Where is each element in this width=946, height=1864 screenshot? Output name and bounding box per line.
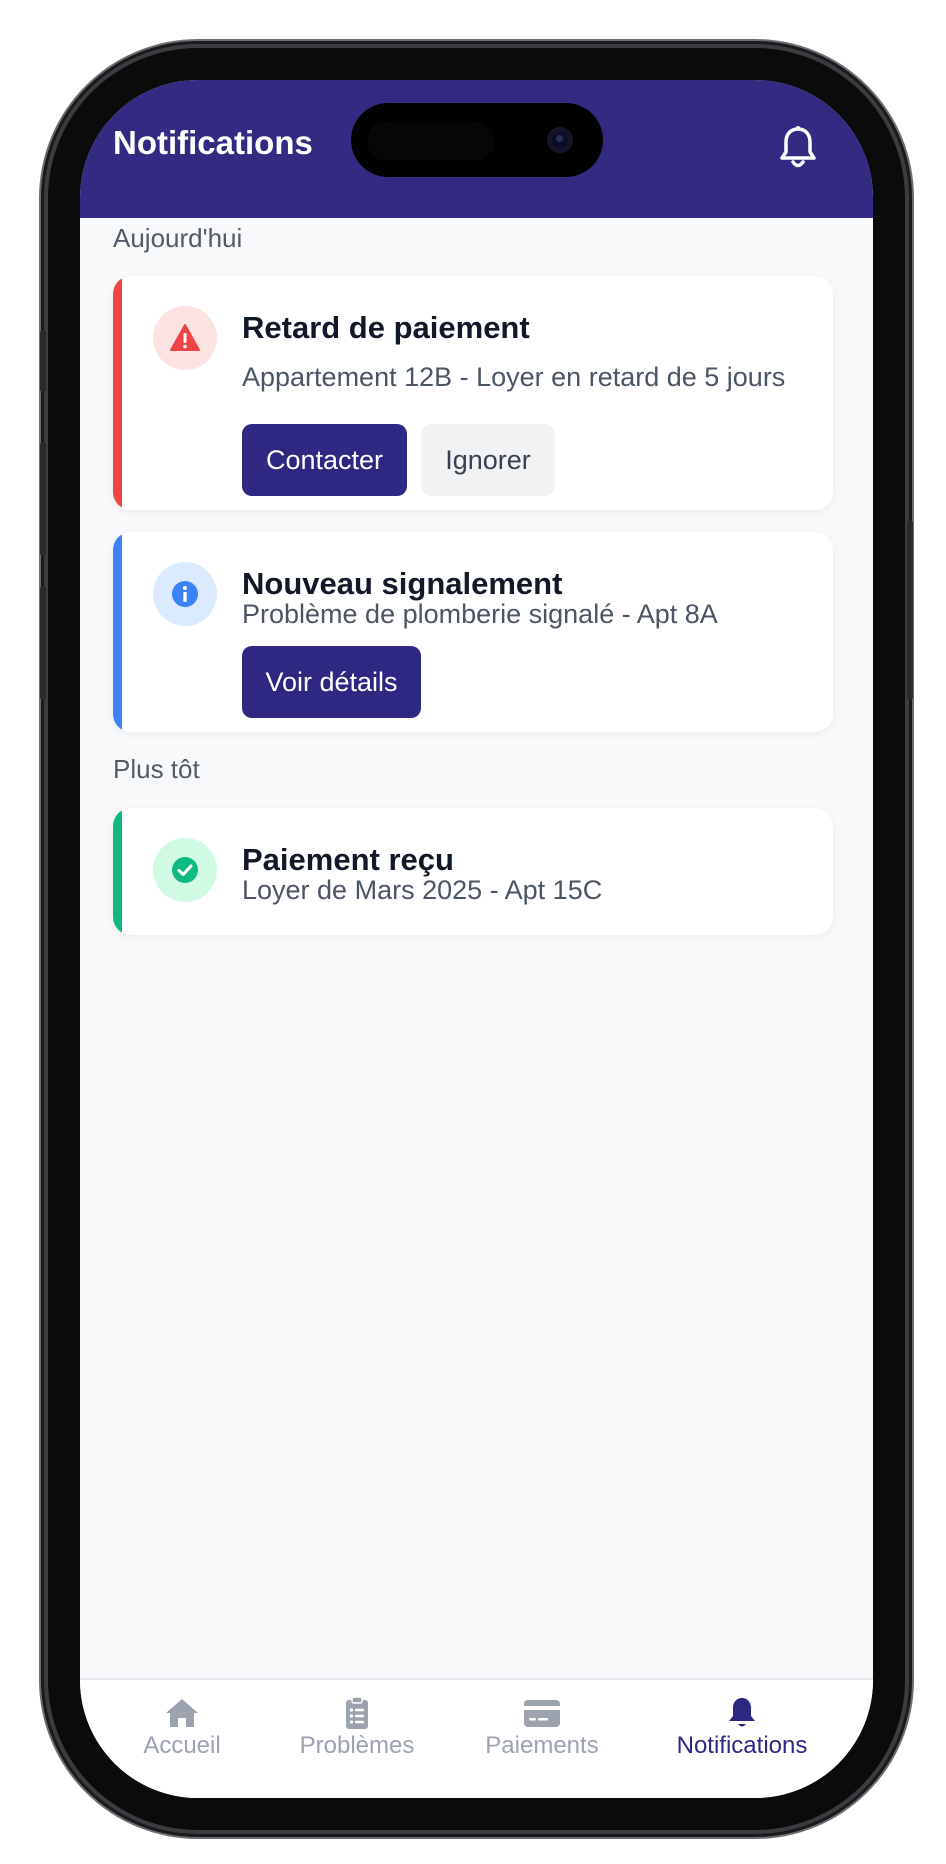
nav-item-notifications[interactable]: Notifications — [642, 1680, 842, 1780]
bottom-navigation: Accueil Problèmes Paiements Notification… — [80, 1678, 873, 1798]
card-description: Appartement 12B - Loyer en retard de 5 j… — [242, 362, 786, 392]
bell-icon — [723, 1696, 761, 1730]
card-description: Problème de plomberie signalé - Apt 8A — [242, 599, 718, 629]
dynamic-island — [351, 103, 603, 177]
section-label-today: Aujourd'hui — [113, 223, 243, 253]
power-button — [907, 520, 913, 700]
volume-up-button — [40, 442, 46, 556]
card-description: Loyer de Mars 2025 - Apt 15C — [242, 875, 603, 905]
clipboard-list-icon — [338, 1696, 376, 1730]
nav-item-paiements[interactable]: Paiements — [452, 1680, 632, 1780]
card-accent-blue — [113, 532, 122, 732]
nav-label: Notifications — [676, 1732, 808, 1759]
card-accent-green — [113, 808, 122, 935]
nav-item-accueil[interactable]: Accueil — [102, 1680, 262, 1780]
card-title: Nouveau signalement — [242, 566, 563, 601]
nav-label: Accueil — [143, 1732, 221, 1759]
ignore-button[interactable]: Ignorer — [421, 424, 555, 496]
section-label-earlier: Plus tôt — [113, 754, 200, 784]
nav-item-problemes[interactable]: Problèmes — [267, 1680, 447, 1780]
notification-card-new-report[interactable]: Nouveau signalement Problème de plomberi… — [113, 532, 833, 732]
nav-label: Problèmes — [299, 1732, 415, 1759]
check-circle-icon — [153, 838, 217, 902]
front-camera — [547, 127, 573, 153]
page-title: Notifications — [113, 124, 313, 161]
app-screen: Notifications Aujourd'hui Retard de paie… — [80, 80, 873, 1798]
card-accent-red — [113, 276, 122, 510]
credit-card-icon — [523, 1696, 561, 1730]
contact-button[interactable]: Contacter — [242, 424, 407, 496]
volume-down-button — [40, 586, 46, 700]
notification-card-payment-received[interactable]: Paiement reçu Loyer de Mars 2025 - Apt 1… — [113, 808, 833, 935]
card-actions: Voir détails — [242, 646, 802, 718]
home-icon — [163, 1696, 201, 1730]
bell-icon[interactable] — [777, 125, 819, 171]
card-actions: Contacter Ignorer — [242, 424, 802, 496]
card-title: Retard de paiement — [242, 310, 530, 345]
nav-label: Paiements — [485, 1732, 599, 1759]
action-button — [40, 330, 46, 392]
notification-card-late-payment[interactable]: Retard de paiement Appartement 12B - Loy… — [113, 276, 833, 510]
island-sensor — [367, 121, 495, 161]
info-circle-icon — [153, 562, 217, 626]
warning-triangle-icon — [153, 306, 217, 370]
card-title: Paiement reçu — [242, 842, 454, 877]
view-details-button[interactable]: Voir détails — [242, 646, 421, 718]
